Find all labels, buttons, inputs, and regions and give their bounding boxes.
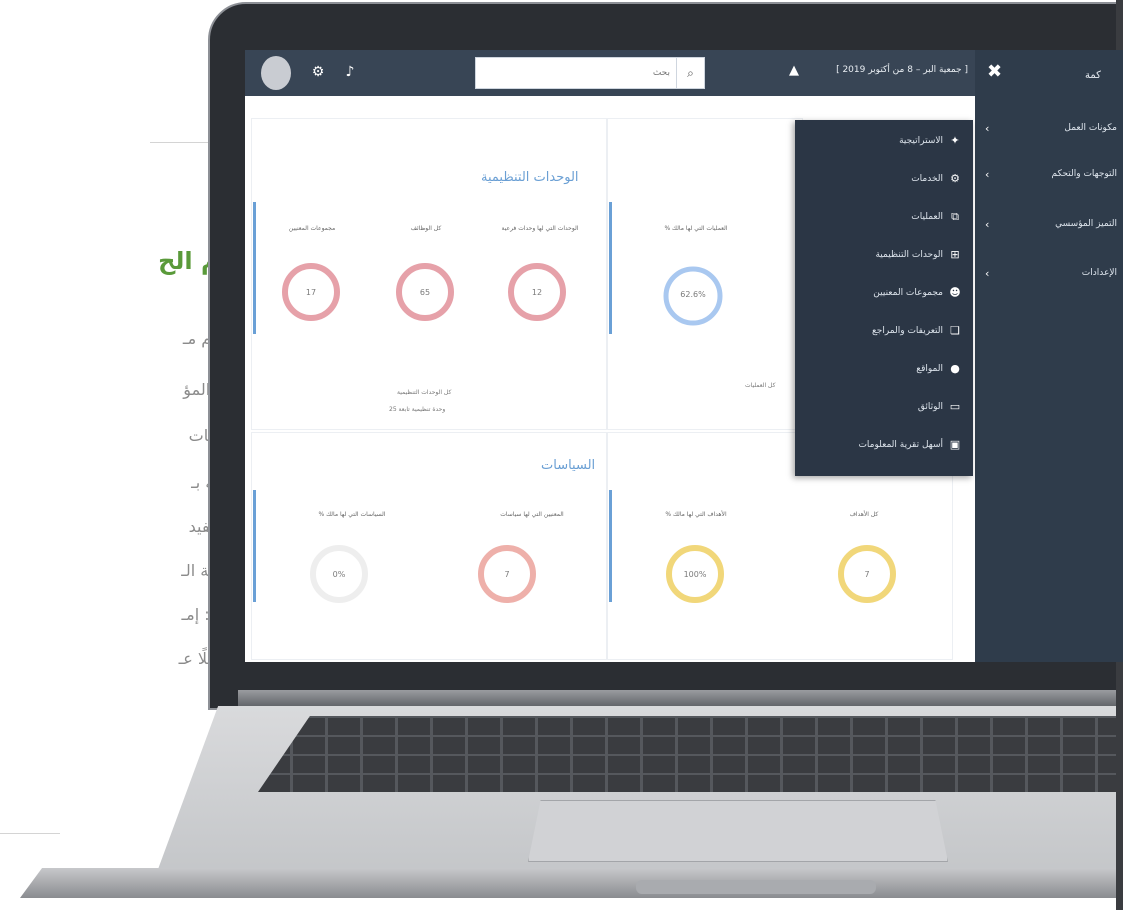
metric-value: 12 [531,288,543,297]
metric-value: 7 [504,570,510,579]
accent-bar [253,490,256,602]
menu-item-references[interactable]: ❏ التعريفات والمراجع [795,318,973,348]
components-menu: ✦ الاستراتيجية ⚙ الخدمات ⧉ العمليات ⊞ ال… [795,120,973,476]
sidebar-item[interactable]: ‹ مكونات العمل [981,120,1123,142]
warning-icon[interactable]: ▲ [789,63,799,78]
accent-bar [609,202,612,334]
report-icon: ▣ [949,438,961,451]
search-box: ⌕ [475,57,705,89]
avatar[interactable] [261,56,291,90]
menu-item-label: المواقع [916,364,943,374]
metric-label: مجموعات المعنيين [288,225,336,232]
map-pin-icon: ● [950,362,960,375]
sidebar-item[interactable]: ‹ الإعدادات [981,265,1123,287]
org-chart-icon: ⊞ [950,248,960,261]
menu-item-services[interactable]: ⚙ الخدمات [795,166,973,196]
group-icon: ☻ [949,286,961,299]
menu-item-label: العمليات [911,212,943,222]
divider-bottom [0,833,60,834]
panel-title-policies: السياسات [541,458,596,473]
metric-value: 7 [864,570,870,579]
gears-icon: ⚙ [950,172,960,185]
menu-item-org-units[interactable]: ⊞ الوحدات التنظيمية [795,242,973,272]
metric-value: 62.6% [680,290,706,299]
menu-item-documents[interactable]: ▭ الوثائق [795,394,973,424]
context-selector[interactable]: [ جمعية البر – 8 من أكتوبر 2019 ] [823,65,968,75]
book-icon: ❏ [950,324,960,337]
metric-label: كل الوظائف [410,225,442,232]
sidebar-item[interactable]: ‹ التميز المؤسسي [981,216,1123,238]
metric-label: المعنيين التي لها سياسات [500,511,564,518]
chevron-left-icon: ‹ [985,168,990,181]
search-input[interactable] [476,58,676,88]
menu-item-label: الوثائق [917,402,943,412]
units-footer-sub: وحدة تنظيمية تابعة 25 [389,406,446,413]
sidebar-item-label: الإعدادات [1081,268,1117,278]
chevron-left-icon: ‹ [985,122,990,135]
chevron-left-icon: ‹ [985,267,990,280]
metric-value: 100% [683,570,707,579]
menu-item-label: أسهل تقرية المعلومات [858,440,943,450]
bell-icon[interactable]: ♪ [341,63,359,81]
sidebar-item-label: التوجهات والتحكم [1051,169,1117,179]
laptop-screen: الوحدات التنظيمية السياسات الوحدات التي … [245,50,1123,662]
laptop-keyboard [258,716,1123,792]
laptop-notch [636,880,876,894]
document-icon: ▭ [949,400,961,413]
metric-value: 17 [305,288,317,297]
menu-item-strategy[interactable]: ✦ الاستراتيجية [795,128,973,158]
process-icon: ⧉ [951,210,959,223]
menu-item-stakeholders[interactable]: ☻ مجموعات المعنيين [795,280,973,310]
close-icon[interactable]: ✖ [987,61,1002,82]
sidebar-item-label: مكونات العمل [1064,123,1117,133]
sidebar-title: كمة [1085,70,1101,81]
sidebar-item[interactable]: ‹ التوجهات والتحكم [981,166,1123,188]
menu-item-label: الخدمات [911,174,943,184]
menu-item-locations[interactable]: ● المواقع [795,356,973,386]
metric-label: الوحدات التي لها وحدات فرعية [501,225,579,232]
accent-bar [609,490,612,602]
metric-value: 65 [419,288,431,297]
metric-label: السياسات التي لها مالك % [318,511,386,518]
units-footer-label: كل الوحدات التنظيمية [397,389,452,396]
accent-bar [253,202,256,334]
menu-item-processes[interactable]: ⧉ العمليات [795,204,973,234]
menu-item-label: مجموعات المعنيين [873,288,943,298]
chevron-left-icon: ‹ [985,218,990,231]
metric-label: الأهداف التي لها مالك % [665,511,727,518]
panel-title-units: الوحدات التنظيمية [481,170,579,185]
laptop-front-edge [20,868,1123,898]
processes-footer-label: كل العمليات [745,382,776,389]
menu-item-reports[interactable]: ▣ أسهل تقرية المعلومات [795,432,973,462]
menu-item-label: التعريفات والمراجع [871,326,943,336]
lightbulb-icon: ✦ [950,134,960,147]
metric-value: 0% [332,570,346,579]
settings-icon[interactable]: ⚙ [309,63,327,81]
sidebar-item-label: التميز المؤسسي [1055,219,1117,229]
menu-item-label: الوحدات التنظيمية [875,250,943,260]
laptop-trackpad [528,800,948,862]
metric-label: العمليات التي لها مالك % [664,225,728,232]
metric-label: كل الأهداف [849,511,879,518]
menu-item-label: الاستراتيجية [899,136,943,146]
search-icon[interactable]: ⌕ [676,58,704,88]
laptop-hinge [238,690,1123,708]
